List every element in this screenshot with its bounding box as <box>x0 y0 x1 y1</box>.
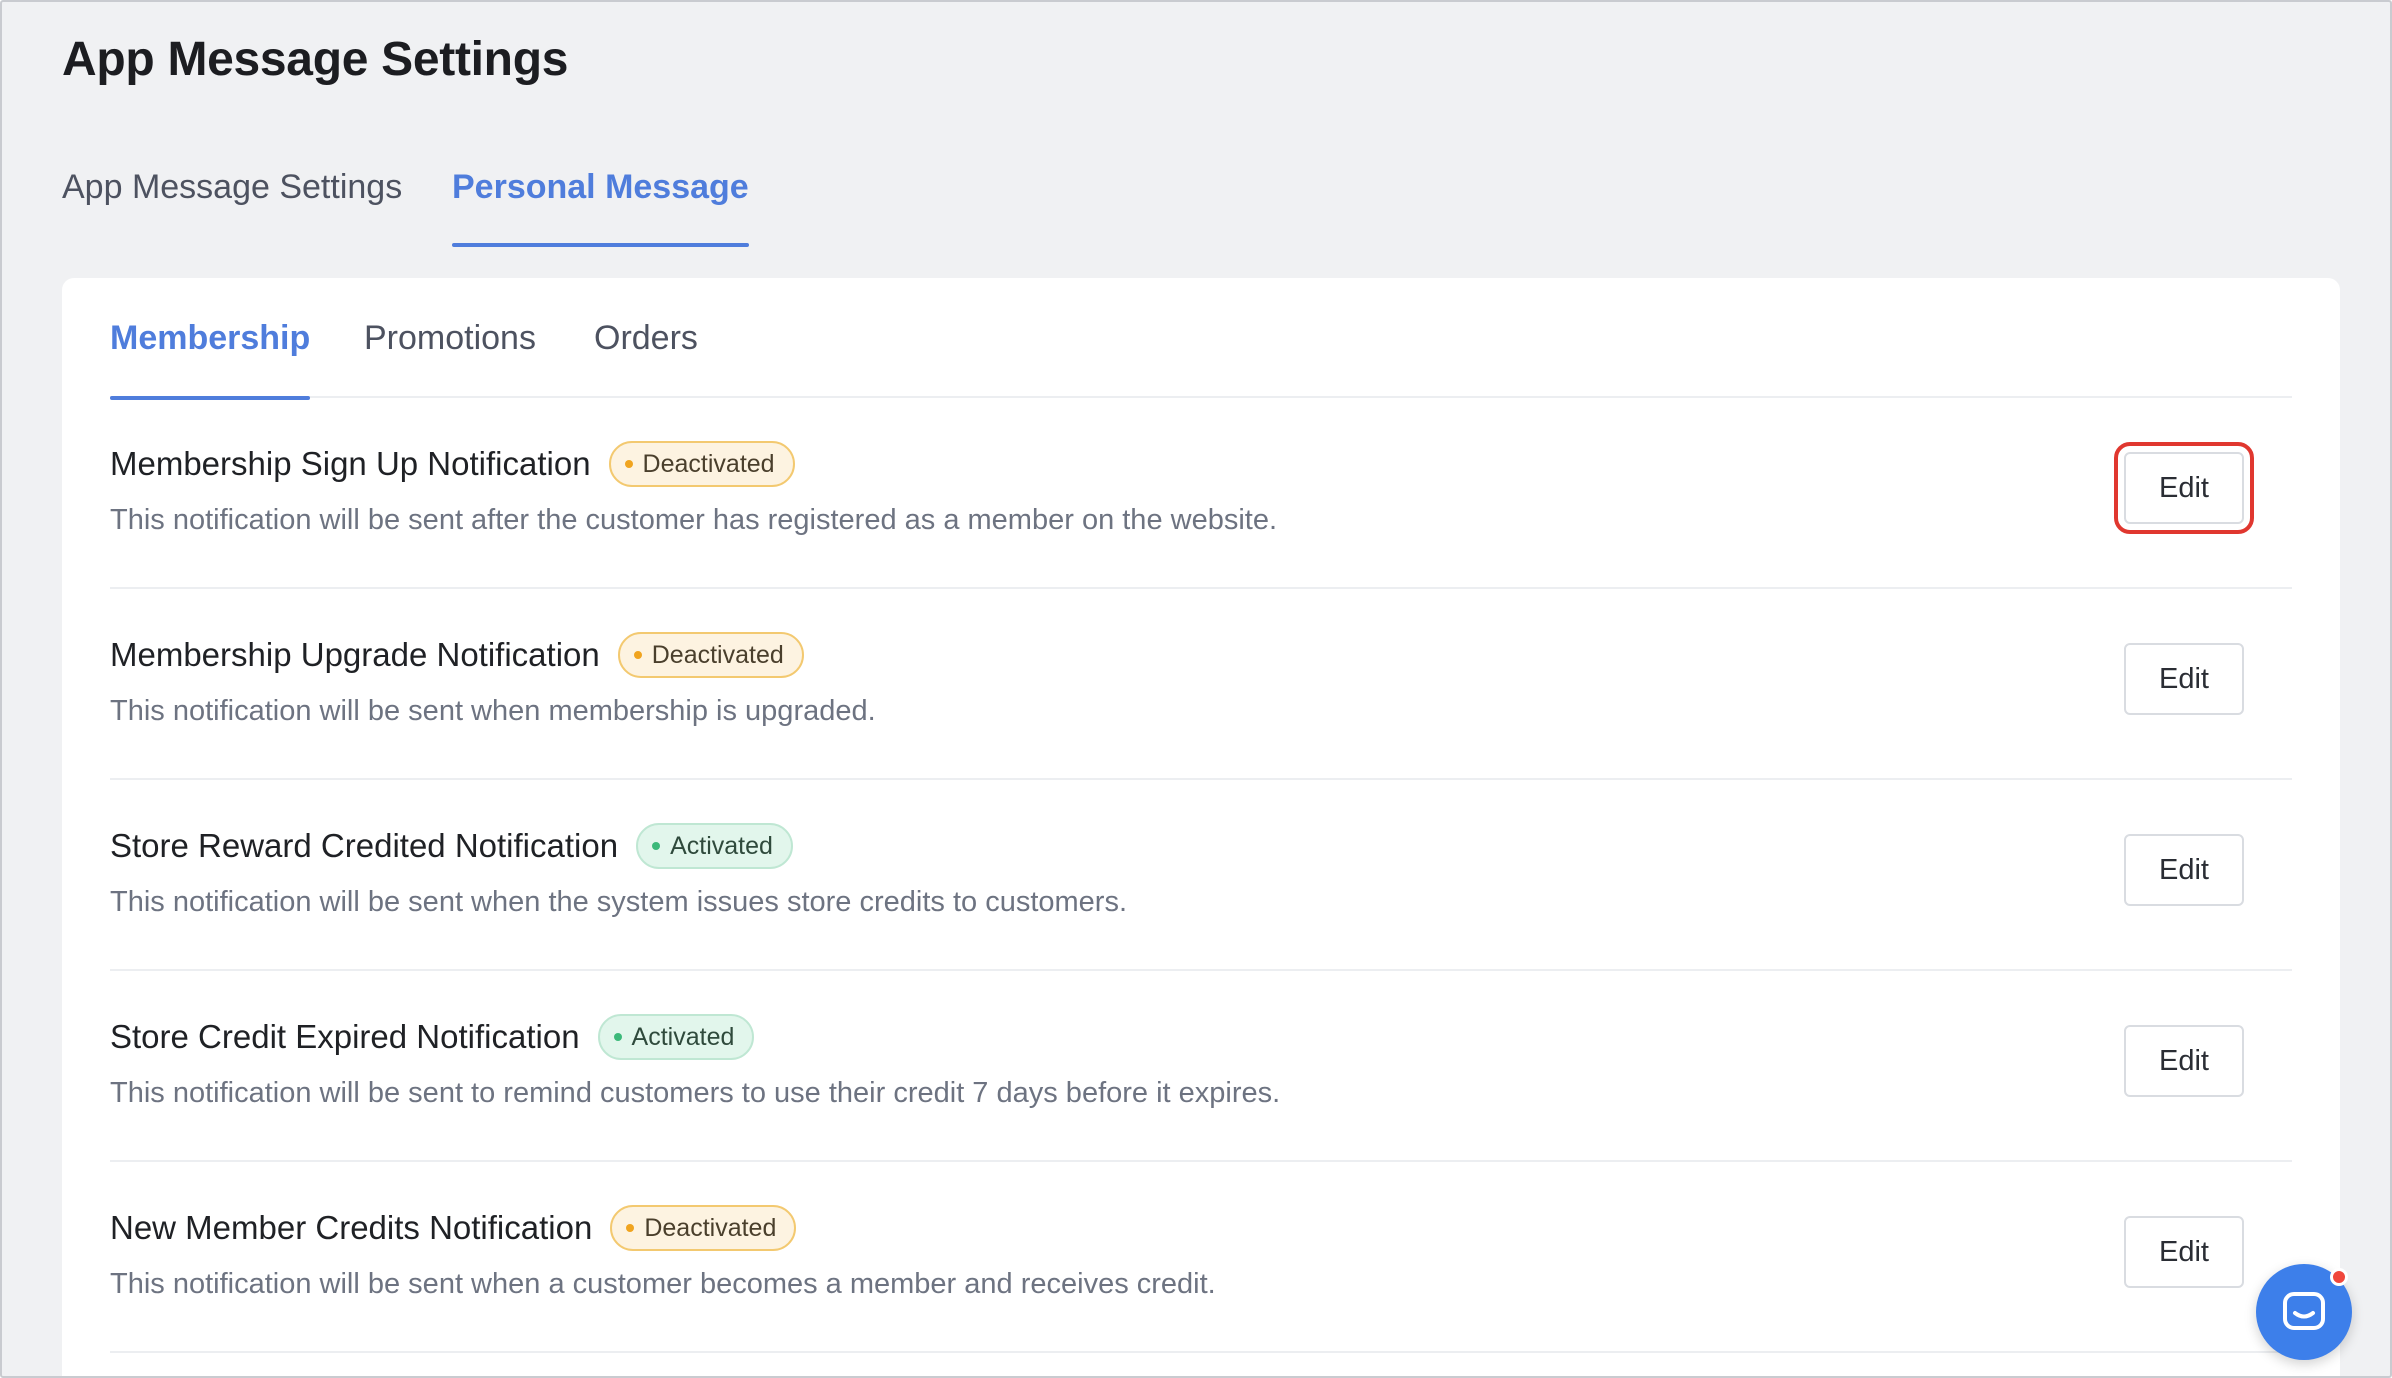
edit-button[interactable]: Edit <box>2124 1216 2244 1288</box>
status-dot-icon <box>633 651 642 659</box>
subtab-orders[interactable]: Orders <box>594 278 698 398</box>
status-dot-icon <box>613 1033 622 1041</box>
tab-personal-message[interactable]: Personal Message <box>452 152 749 247</box>
notification-title: Store Credit Expired Notification <box>110 1018 580 1055</box>
notification-row: Membership Sign Up Notification Deactiva… <box>110 398 2292 589</box>
notification-title: Membership Upgrade Notification <box>110 636 600 673</box>
notification-title: Store Reward Credited Notification <box>110 827 619 864</box>
notification-description: This notification will be sent when the … <box>110 886 1128 918</box>
status-badge: Deactivated <box>608 441 795 487</box>
notification-description: This notification will be sent when memb… <box>110 695 876 727</box>
unread-indicator <box>2330 1268 2348 1286</box>
subtab-membership[interactable]: Membership <box>110 278 311 400</box>
notifications-card: Membership Promotions Orders Membership … <box>62 278 2340 1376</box>
status-dot-icon <box>626 1224 635 1232</box>
status-label: Activated <box>631 1022 735 1051</box>
page-title: App Message Settings <box>62 33 569 86</box>
status-dot-icon <box>652 842 661 850</box>
sub-tab-bar: Membership Promotions Orders <box>110 278 2292 400</box>
notification-row: Membership Upgrade Notification Deactiva… <box>110 589 2292 780</box>
notification-header: New Member Credits Notification Deactiva… <box>110 1204 797 1252</box>
notification-row: Store Credit Expired Notification Activa… <box>110 971 2292 1162</box>
subtab-promotions[interactable]: Promotions <box>364 278 536 398</box>
notification-header: Store Credit Expired Notification Activa… <box>110 1013 755 1061</box>
chat-launcher-button[interactable] <box>2256 1264 2352 1360</box>
status-label: Deactivated <box>644 1213 777 1242</box>
app-window: App Message Settings App Message Setting… <box>0 0 2392 1378</box>
notification-description: This notification will be sent after the… <box>110 504 1278 536</box>
status-badge: Activated <box>597 1014 755 1060</box>
notification-title: Membership Sign Up Notification <box>110 445 591 482</box>
status-label: Activated <box>670 831 773 860</box>
notification-row: New Member Credits Notification Deactiva… <box>110 1162 2292 1353</box>
notification-title: New Member Credits Notification <box>110 1209 593 1246</box>
tab-app-message-settings[interactable]: App Message Settings <box>62 152 402 247</box>
edit-button[interactable]: Edit <box>2124 834 2244 906</box>
edit-button[interactable]: Edit <box>2114 442 2254 534</box>
chat-bubble-icon <box>2283 1292 2325 1330</box>
status-label: Deactivated <box>651 640 784 669</box>
notification-header: Store Reward Credited Notification Activ… <box>110 822 793 870</box>
notification-list: Membership Sign Up Notification Deactiva… <box>110 398 2292 1353</box>
notification-row: Store Reward Credited Notification Activ… <box>110 780 2292 971</box>
edit-button[interactable]: Edit <box>2124 1025 2244 1097</box>
notification-header: Membership Sign Up Notification Deactiva… <box>110 440 795 488</box>
notification-description: This notification will be sent to remind… <box>110 1077 1281 1109</box>
status-dot-icon <box>624 460 633 468</box>
notification-header: Membership Upgrade Notification Deactiva… <box>110 631 804 679</box>
status-label: Deactivated <box>642 449 775 478</box>
status-badge: Activated <box>636 823 793 869</box>
status-badge: Deactivated <box>617 632 804 678</box>
notification-description: This notification will be sent when a cu… <box>110 1268 1216 1300</box>
status-badge: Deactivated <box>610 1205 797 1251</box>
edit-button[interactable]: Edit <box>2124 643 2244 715</box>
